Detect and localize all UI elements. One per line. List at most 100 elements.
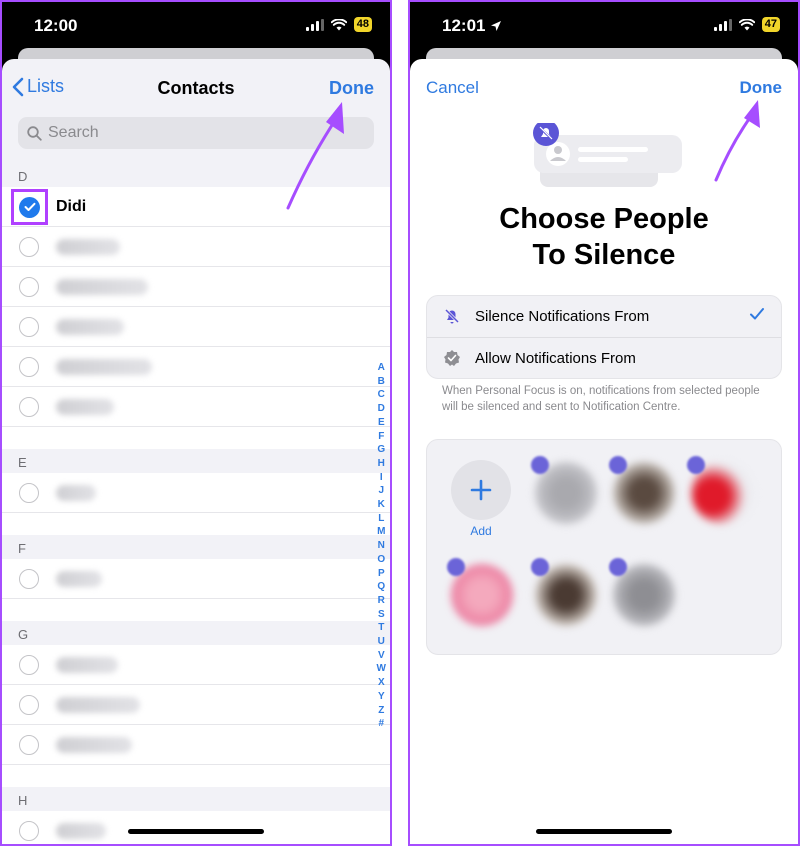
heading-line-1: Choose People [499, 203, 709, 235]
blurred-name [56, 484, 96, 501]
contact-row[interactable] [2, 267, 390, 307]
search-icon [27, 125, 42, 141]
index-letter[interactable]: B [378, 375, 385, 389]
arrow-pointer-icon [714, 100, 760, 182]
cancel-button[interactable]: Cancel [426, 78, 479, 98]
index-letter[interactable]: D [378, 402, 385, 416]
radio-circle-icon[interactable] [19, 654, 39, 675]
index-letter[interactable]: O [377, 553, 385, 567]
index-letter[interactable]: Z [378, 704, 384, 718]
home-indicator [536, 829, 672, 834]
blurred-name [56, 278, 148, 295]
contact-row[interactable] [2, 473, 390, 513]
option-silence-notifications[interactable]: Silence Notifications From [427, 296, 781, 337]
index-letter[interactable]: P [378, 567, 385, 581]
chevron-left-icon [12, 77, 24, 96]
avatar-badge-icon [531, 558, 549, 576]
add-label: Add [470, 524, 492, 538]
radio-circle-icon[interactable] [19, 820, 39, 841]
radio-circle-icon[interactable] [19, 482, 39, 503]
contact-row[interactable] [2, 387, 390, 427]
radio-circle-icon[interactable] [19, 568, 39, 589]
status-icons: 47 [713, 17, 780, 32]
section-header-g: G [2, 621, 390, 645]
contact-row[interactable] [2, 811, 390, 844]
add-person-button[interactable] [451, 460, 511, 520]
index-letter[interactable]: Y [378, 690, 385, 704]
index-letter[interactable]: W [377, 662, 386, 676]
contact-row[interactable] [2, 307, 390, 347]
plus-icon [470, 479, 492, 501]
index-letter[interactable]: X [378, 676, 385, 690]
index-letter[interactable]: U [378, 635, 385, 649]
index-letter[interactable]: E [378, 416, 385, 430]
back-button[interactable]: Lists [12, 76, 64, 97]
page-heading: Choose People To Silence [410, 201, 798, 273]
index-letter[interactable]: L [378, 512, 384, 526]
radio-circle-icon[interactable] [19, 316, 39, 337]
status-time: 12:00 [34, 16, 78, 35]
cellular-signal-icon [713, 18, 732, 31]
radio-circle-icon[interactable] [19, 276, 39, 297]
wifi-icon [330, 18, 347, 30]
index-letter[interactable]: K [378, 498, 385, 512]
cellular-signal-icon [305, 18, 324, 31]
contact-row[interactable] [2, 347, 390, 387]
checked-circle-icon[interactable] [19, 196, 40, 218]
done-button[interactable]: Done [329, 78, 374, 99]
home-indicator [128, 829, 264, 834]
contact-row[interactable] [2, 685, 390, 725]
contact-row[interactable] [2, 227, 390, 267]
blurred-name [56, 570, 102, 587]
index-letter[interactable]: I [380, 471, 383, 485]
contact-row[interactable] [2, 725, 390, 765]
section-header-e: E [2, 449, 390, 473]
index-letter[interactable]: C [378, 388, 385, 402]
contact-row[interactable] [2, 559, 390, 599]
checkmark-icon [750, 308, 764, 320]
blurred-name [56, 822, 106, 839]
status-icons: 48 [305, 17, 372, 32]
people-grid: Add [426, 439, 782, 655]
radio-circle-icon[interactable] [19, 396, 39, 417]
blurred-name [56, 398, 114, 415]
done-button[interactable]: Done [740, 78, 783, 98]
option-allow-notifications[interactable]: Allow Notifications From [427, 337, 781, 378]
screenshot-canvas: 12:00 48 Lists Contacts Done Search D Di… [0, 0, 800, 846]
section-header-h: H [2, 787, 390, 811]
index-letter[interactable]: # [378, 717, 384, 731]
index-letter[interactable]: J [378, 484, 384, 498]
index-letter[interactable]: T [378, 621, 384, 635]
index-letter[interactable]: H [378, 457, 385, 471]
index-letter[interactable]: M [377, 525, 385, 539]
radio-circle-icon[interactable] [19, 236, 39, 257]
avatar-badge-icon [447, 558, 465, 576]
avatar-badge-icon [609, 456, 627, 474]
radio-circle-icon[interactable] [19, 356, 39, 377]
bell-slash-icon [444, 308, 460, 324]
radio-circle-icon[interactable] [19, 694, 39, 715]
back-label: Lists [27, 76, 65, 96]
silence-illustration-icon [533, 123, 682, 187]
index-letter[interactable]: G [377, 443, 385, 457]
status-bar: 12:01 47 [410, 2, 798, 50]
index-letter[interactable]: R [378, 594, 385, 608]
contact-row[interactable] [2, 645, 390, 685]
blurred-name [56, 318, 124, 335]
checkmark-seal-icon [444, 350, 460, 366]
blurred-name [56, 358, 152, 375]
index-letter[interactable]: F [378, 430, 384, 444]
radio-circle-icon[interactable] [19, 734, 39, 755]
blurred-name [56, 736, 132, 753]
index-letter[interactable]: V [378, 649, 385, 663]
index-letter[interactable]: A [378, 361, 385, 375]
battery-level: 48 [353, 17, 372, 32]
index-letter[interactable]: S [378, 608, 385, 622]
alphabet-index[interactable]: A B C D E F G H I J K L M N O P Q R S T U V W X Y Z # [377, 361, 386, 731]
index-letter[interactable]: N [378, 539, 385, 553]
index-letter[interactable]: Q [377, 580, 385, 594]
section-header-f: F [2, 535, 390, 559]
avatar-badge-icon [531, 456, 549, 474]
right-phone: 12:01 47 Cancel Done Choose People To Si… [408, 0, 800, 846]
blurred-name [56, 656, 118, 673]
